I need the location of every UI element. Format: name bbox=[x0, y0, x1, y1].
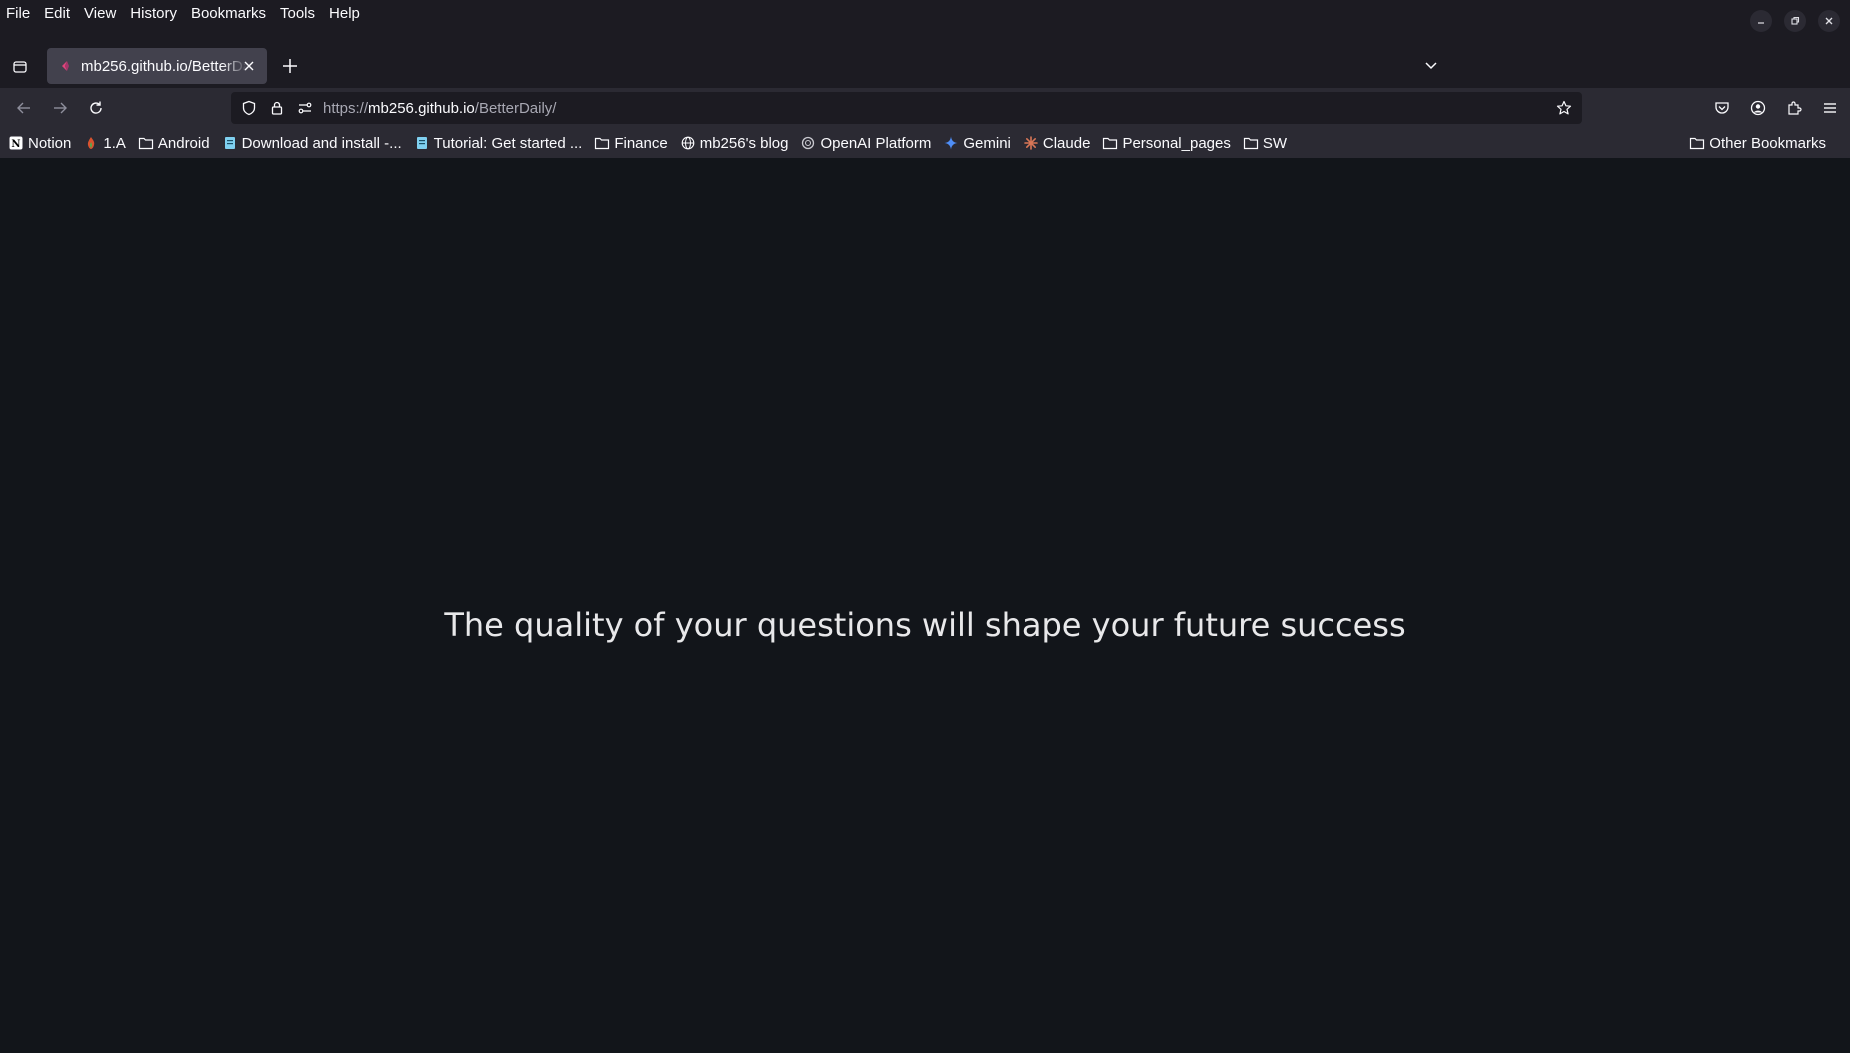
bookmark-label: Download and install -... bbox=[241, 134, 402, 152]
svg-text:N: N bbox=[11, 139, 20, 150]
notion-icon: N bbox=[8, 135, 24, 151]
back-button[interactable] bbox=[12, 96, 36, 120]
arrow-left-icon bbox=[17, 102, 30, 114]
openai-icon bbox=[800, 135, 816, 151]
menu-history[interactable]: History bbox=[123, 0, 184, 28]
daily-quote: The quality of your questions will shape… bbox=[444, 606, 1406, 644]
bookmark-android[interactable]: Android bbox=[138, 135, 210, 152]
tab-strip: mb256.github.io/BetterDaily bbox=[0, 44, 1850, 88]
bookmark-download-install[interactable]: Download and install -... bbox=[222, 135, 402, 152]
menu-view[interactable]: View bbox=[77, 0, 123, 28]
folder-icon bbox=[1689, 135, 1705, 151]
bookmark-personal-pages[interactable]: Personal_pages bbox=[1102, 134, 1231, 152]
bookmark-label: Android bbox=[157, 134, 210, 152]
minimize-icon bbox=[1758, 22, 1764, 24]
app-menu-button[interactable] bbox=[1818, 96, 1842, 120]
menu-tools[interactable]: Tools bbox=[273, 0, 322, 28]
bookmark-label: Notion bbox=[28, 134, 72, 152]
account-icon bbox=[1750, 100, 1766, 116]
close-icon bbox=[1825, 17, 1833, 25]
plus-icon bbox=[283, 59, 297, 73]
tab-title: mb256.github.io/BetterDaily bbox=[81, 57, 247, 75]
permissions-icon[interactable] bbox=[291, 92, 319, 124]
hamburger-menu-icon bbox=[1824, 103, 1836, 113]
bookmark-blog[interactable]: mb256's blog bbox=[680, 134, 789, 152]
menu-file[interactable]: File bbox=[0, 0, 37, 28]
claude-icon bbox=[1023, 135, 1039, 151]
doc-icon bbox=[414, 135, 430, 151]
tab-close-button[interactable] bbox=[239, 56, 259, 76]
menu-help[interactable]: Help bbox=[322, 0, 367, 28]
navigation-toolbar: https://mb256.github.io/BetterDaily/ bbox=[0, 88, 1850, 128]
menu-edit[interactable]: Edit bbox=[37, 0, 77, 28]
folder-icon bbox=[1243, 135, 1259, 151]
folder-icon bbox=[138, 135, 154, 151]
bookmark-label: Gemini bbox=[963, 134, 1011, 152]
bookmark-notion[interactable]: N Notion bbox=[8, 135, 71, 152]
gemini-icon bbox=[943, 135, 959, 151]
url-host: mb256.github.io bbox=[368, 99, 475, 117]
bookmark-label: Tutorial: Get started ... bbox=[433, 134, 583, 152]
reload-button[interactable] bbox=[84, 96, 108, 120]
forward-button[interactable] bbox=[48, 96, 72, 120]
url-bar[interactable]: https://mb256.github.io/BetterDaily/ bbox=[231, 92, 1582, 124]
pocket-button[interactable] bbox=[1710, 96, 1734, 120]
toolbar-right bbox=[1710, 96, 1842, 120]
better-daily-favicon-icon bbox=[57, 58, 73, 74]
bookmark-1a[interactable]: 1.A bbox=[83, 135, 126, 152]
close-icon bbox=[244, 61, 254, 71]
new-tab-button[interactable] bbox=[279, 55, 301, 77]
list-all-tabs-button[interactable] bbox=[1420, 55, 1442, 77]
other-bookmarks[interactable]: Other Bookmarks bbox=[1689, 128, 1826, 158]
bookmark-finance[interactable]: Finance bbox=[594, 134, 668, 152]
restore-icon bbox=[1791, 16, 1800, 25]
page-content: The quality of your questions will shape… bbox=[0, 158, 1850, 1053]
firefox-view-icon bbox=[13, 61, 27, 73]
tab-active[interactable]: mb256.github.io/BetterDaily bbox=[47, 48, 267, 84]
url-path: /BetterDaily/ bbox=[474, 99, 557, 117]
bookmark-label: Personal_pages bbox=[1122, 134, 1231, 152]
minimize-button[interactable] bbox=[1750, 10, 1772, 32]
doc-icon bbox=[222, 135, 238, 151]
url-scheme: https:// bbox=[323, 99, 369, 117]
bookmark-tutorial[interactable]: Tutorial: Get started ... bbox=[414, 134, 583, 152]
close-window-button[interactable] bbox=[1818, 10, 1840, 32]
tab-overview-button[interactable] bbox=[8, 55, 32, 79]
bookmark-label: Finance bbox=[614, 134, 668, 152]
url-text[interactable]: https://mb256.github.io/BetterDaily/ bbox=[323, 100, 556, 117]
other-bookmarks-label: Other Bookmarks bbox=[1709, 134, 1826, 152]
bookmark-label: Claude bbox=[1042, 134, 1091, 152]
bookmark-claude[interactable]: Claude bbox=[1023, 134, 1091, 152]
arrow-right-icon bbox=[54, 102, 67, 114]
folder-icon bbox=[1102, 135, 1118, 151]
bookmark-label: SW bbox=[1262, 134, 1288, 152]
chevron-down-icon bbox=[1425, 62, 1437, 70]
bookmark-sw[interactable]: SW bbox=[1243, 135, 1287, 152]
globe-icon bbox=[680, 135, 696, 151]
reload-icon bbox=[90, 101, 102, 114]
account-button[interactable] bbox=[1746, 96, 1770, 120]
bookmark-gemini[interactable]: Gemini bbox=[943, 135, 1011, 152]
star-icon bbox=[1556, 100, 1572, 115]
bookmark-star-button[interactable] bbox=[1552, 96, 1576, 120]
extensions-button[interactable] bbox=[1782, 96, 1806, 120]
browser-chrome: File Edit View History Bookmarks Tools H… bbox=[0, 0, 1850, 158]
lock-icon[interactable] bbox=[263, 92, 291, 124]
folder-icon bbox=[594, 135, 610, 151]
menu-bookmarks[interactable]: Bookmarks bbox=[184, 0, 273, 28]
flame-icon bbox=[83, 135, 99, 151]
bookmark-label: 1.A bbox=[103, 134, 126, 152]
menu-bar: File Edit View History Bookmarks Tools H… bbox=[0, 0, 1850, 32]
pocket-icon bbox=[1715, 102, 1729, 114]
bookmark-label: OpenAI Platform bbox=[820, 134, 932, 152]
window-controls bbox=[1750, 10, 1840, 32]
tracking-protection-icon[interactable] bbox=[235, 92, 263, 124]
bookmark-openai[interactable]: OpenAI Platform bbox=[800, 135, 931, 152]
puzzle-icon bbox=[1788, 101, 1802, 115]
restore-button[interactable] bbox=[1784, 10, 1806, 32]
bookmark-label: mb256's blog bbox=[699, 134, 789, 152]
bookmarks-toolbar: N Notion 1.A Android Download and instal… bbox=[0, 128, 1850, 158]
